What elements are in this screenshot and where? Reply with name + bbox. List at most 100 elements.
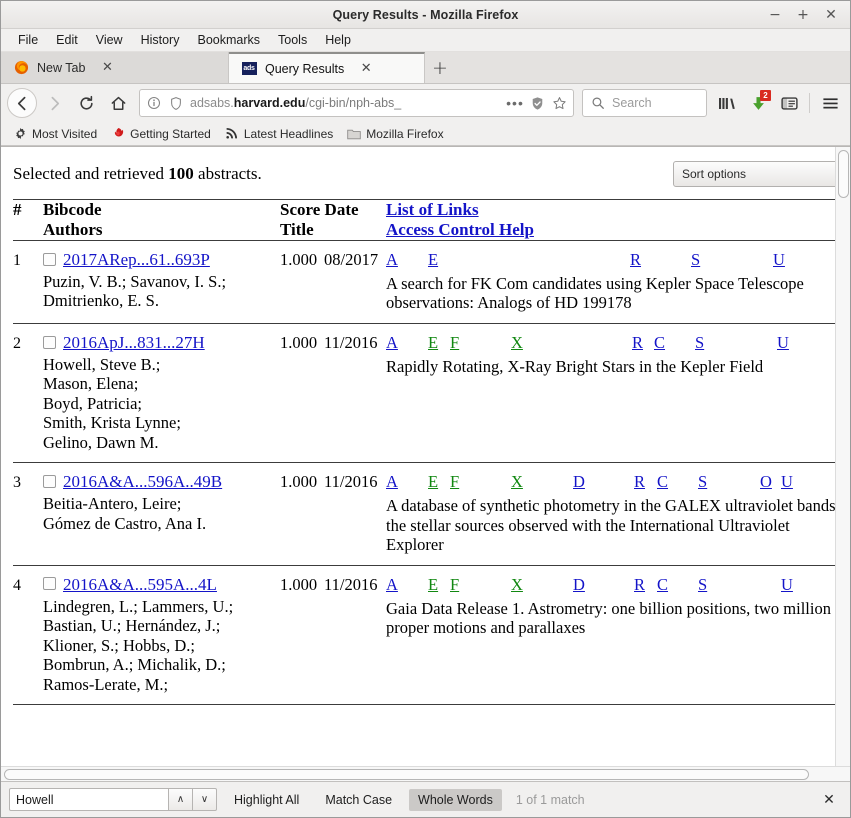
link-letter-f[interactable]: F — [450, 333, 459, 353]
link-letters-row: A EF X RC S U — [386, 333, 835, 355]
vertical-scrollbar-thumb[interactable] — [838, 150, 849, 198]
access-control-help-link[interactable]: Access Control Help — [386, 220, 534, 239]
whole-words-button[interactable]: Whole Words — [409, 788, 502, 811]
link-letter-r[interactable]: R — [632, 333, 643, 353]
link-letter-c[interactable]: C — [657, 472, 668, 492]
link-letter-u[interactable]: U — [773, 250, 785, 270]
search-bar[interactable]: Search — [582, 89, 707, 117]
search-input[interactable]: Search — [612, 96, 652, 110]
hamburger-menu-icon[interactable] — [816, 89, 844, 117]
select-checkbox[interactable] — [43, 474, 56, 488]
links-title-cell: A E F X D R C S U Gaia Data Release 1. Astrometry… — [386, 566, 835, 704]
bibcode-link[interactable]: 2017ARep...61..693P — [63, 250, 210, 269]
link-letter-a[interactable]: A — [386, 250, 398, 270]
horizontal-scrollbar-thumb[interactable] — [4, 769, 809, 780]
menu-bookmarks[interactable]: Bookmarks — [188, 31, 269, 50]
bookmark-star-icon[interactable] — [551, 95, 567, 111]
tab-query-results[interactable]: ads Query Results ✕ — [229, 52, 425, 83]
link-letter-x[interactable]: X — [511, 472, 523, 492]
new-tab-button[interactable]: + — [425, 52, 455, 83]
bookmark-most-visited[interactable]: Most Visited — [7, 125, 103, 143]
downloads-icon[interactable]: 2 — [744, 89, 772, 117]
minimize-button[interactable]: − — [762, 3, 788, 27]
find-previous-button[interactable]: ∧ — [169, 788, 193, 811]
close-find-bar-button[interactable]: ✕ — [816, 787, 842, 813]
close-window-button[interactable]: ✕ — [818, 3, 844, 27]
reload-button[interactable] — [71, 88, 101, 118]
url-bar[interactable]: adsabs.harvard.edu/cgi-bin/nph-abs_ ••• — [139, 89, 574, 117]
web-page: Selected and retrieved 100 abstracts. So… — [1, 147, 835, 766]
link-letter-e[interactable]: E — [428, 333, 438, 353]
library-icon[interactable] — [713, 89, 741, 117]
link-letter-a[interactable]: A — [386, 333, 398, 353]
bibcode-link[interactable]: 2016A&A...595A...4L — [63, 575, 217, 594]
link-letter-x[interactable]: X — [511, 333, 523, 353]
link-letter-s[interactable]: S — [698, 472, 707, 492]
close-icon[interactable]: ✕ — [99, 60, 115, 76]
info-icon[interactable] — [146, 95, 162, 111]
shield-icon[interactable] — [168, 95, 184, 111]
back-button[interactable] — [7, 88, 37, 118]
close-icon[interactable]: ✕ — [358, 61, 374, 77]
link-letter-s[interactable]: S — [695, 333, 704, 353]
tab-label: New Tab — [37, 60, 86, 75]
link-letter-r[interactable]: R — [634, 472, 645, 492]
link-letters-row: A EF X D RC S OU — [386, 472, 835, 494]
link-letter-s[interactable]: S — [691, 250, 700, 270]
link-letter-u[interactable]: U — [781, 575, 793, 595]
header-bibcode: Bibcode — [43, 200, 102, 219]
menu-file[interactable]: File — [9, 31, 47, 50]
link-letter-a[interactable]: A — [386, 472, 398, 492]
forward-button[interactable] — [39, 88, 69, 118]
horizontal-scrollbar[interactable] — [1, 766, 850, 781]
bookmark-latest-headlines[interactable]: Latest Headlines — [219, 125, 339, 143]
vertical-scrollbar[interactable] — [835, 147, 850, 766]
maximize-button[interactable]: + — [790, 3, 816, 27]
match-case-button[interactable]: Match Case — [316, 789, 401, 811]
menu-edit[interactable]: Edit — [47, 31, 87, 50]
menu-help[interactable]: Help — [316, 31, 360, 50]
menu-view[interactable]: View — [87, 31, 132, 50]
page-actions-icon[interactable]: ••• — [506, 95, 523, 111]
link-letter-d[interactable]: D — [573, 472, 585, 492]
link-letter-d[interactable]: D — [573, 575, 585, 595]
link-letter-c[interactable]: C — [654, 333, 665, 353]
bibcode-cell: 2016ApJ...831...27H Howell, Steve B.; Maso… — [43, 324, 280, 462]
list-of-links-link[interactable]: List of Links — [386, 200, 479, 219]
link-letter-f[interactable]: F — [450, 575, 459, 595]
url-text[interactable]: adsabs.harvard.edu/cgi-bin/nph-abs_ — [190, 96, 501, 110]
bookmark-getting-started[interactable]: Getting Started — [105, 125, 217, 143]
link-letter-r[interactable]: R — [630, 250, 641, 270]
highlight-all-button[interactable]: Highlight All — [225, 789, 308, 811]
bibcode-link[interactable]: 2016ApJ...831...27H — [63, 333, 205, 352]
link-letters-row: AERSU — [386, 250, 835, 272]
bibcode-link[interactable]: 2016A&A...596A..49B — [63, 472, 222, 491]
link-letter-u[interactable]: U — [777, 333, 789, 353]
bookmark-mozilla-firefox-folder[interactable]: Mozilla Firefox — [341, 125, 449, 143]
link-letter-x[interactable]: X — [511, 575, 523, 595]
select-checkbox[interactable] — [43, 577, 56, 591]
row-number: 4 — [13, 576, 21, 594]
tracking-protection-icon[interactable] — [529, 95, 545, 111]
find-next-button[interactable]: ∨ — [193, 788, 217, 811]
sort-options-select[interactable]: Sort options ▾ — [673, 161, 835, 187]
home-button[interactable] — [103, 88, 133, 118]
tab-new-tab[interactable]: New Tab ✕ — [1, 52, 229, 83]
link-letter-o[interactable]: O — [760, 472, 772, 492]
link-letter-c[interactable]: C — [657, 575, 668, 595]
link-letter-e[interactable]: E — [428, 472, 438, 492]
link-letter-a[interactable]: A — [386, 575, 398, 595]
link-letter-f[interactable]: F — [450, 472, 459, 492]
find-input[interactable]: Howell — [9, 788, 169, 811]
link-letter-s[interactable]: S — [698, 575, 707, 595]
link-letter-e[interactable]: E — [428, 575, 438, 595]
sidebar-icon[interactable] — [775, 89, 803, 117]
select-checkbox[interactable] — [43, 335, 56, 349]
select-checkbox[interactable] — [43, 252, 56, 266]
link-letter-r[interactable]: R — [634, 575, 645, 595]
link-letter-u[interactable]: U — [781, 472, 793, 492]
menu-tools[interactable]: Tools — [269, 31, 316, 50]
menu-history[interactable]: History — [132, 31, 189, 50]
link-letter-e[interactable]: E — [428, 250, 438, 270]
title-text: Gaia Data Release 1. Astrometry: one bil… — [386, 598, 831, 638]
